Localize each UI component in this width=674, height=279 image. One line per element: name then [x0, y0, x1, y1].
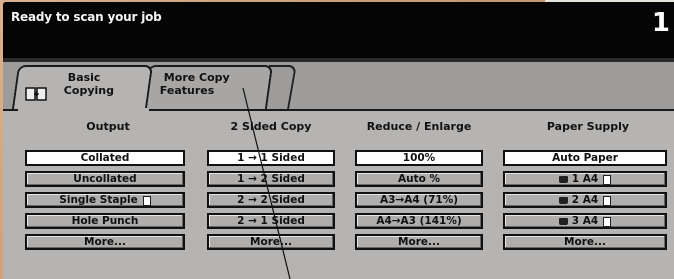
document-icon	[603, 217, 612, 227]
document-icon	[142, 196, 151, 206]
button-label: Auto %	[397, 173, 440, 185]
document-icon	[603, 196, 612, 206]
output-single-staple-button[interactable]: Single Staple	[25, 192, 185, 208]
button-label: 2 → 1 Sided	[237, 215, 305, 227]
reduce-a3-a4-button[interactable]: A3→A4 (71%)	[355, 192, 483, 208]
button-label: Single Staple	[59, 194, 138, 206]
tab-basic-label-line2: Copying	[63, 84, 114, 97]
output-hole-punch-button[interactable]: Hole Punch	[25, 213, 185, 229]
tab-more-label-line2: Features	[159, 84, 215, 97]
output-uncollated-button[interactable]: Uncollated	[25, 171, 185, 187]
status-bar: Ready to scan your job 1	[3, 2, 674, 58]
sided-1-1-button[interactable]: 1 → 1 Sided	[207, 150, 335, 166]
button-label: Uncollated	[73, 173, 137, 185]
two-sided-copy-header: 2 Sided Copy	[230, 120, 312, 133]
reduce-more-button[interactable]: More...	[355, 234, 483, 250]
button-label: A3→A4 (71%)	[379, 194, 459, 206]
copier-touchscreen: Ready to scan your job 1 More Copy Featu…	[3, 2, 674, 279]
active-tab-join	[18, 108, 149, 112]
sided-more-button[interactable]: More...	[207, 234, 335, 250]
button-label: 100%	[402, 152, 436, 164]
copy-panel: More Copy Features Basic Copying Output …	[3, 62, 674, 279]
tab-more-label-line1: More Copy	[163, 71, 230, 84]
button-label: Auto Paper	[552, 152, 618, 164]
output-header: Output	[86, 120, 130, 133]
tray-icon	[558, 175, 568, 183]
reduce-100-button[interactable]: 100%	[355, 150, 483, 166]
paper-tray-1-button[interactable]: 1 A4	[503, 171, 667, 187]
copy-quantity: 1	[651, 8, 670, 38]
copy-icon	[25, 87, 47, 101]
sided-2-2-button[interactable]: 2 → 2 Sided	[207, 192, 335, 208]
basic-copying-content: Output 2 Sided Copy Reduce / Enlarge Pap…	[3, 111, 674, 279]
button-label: More...	[398, 236, 440, 248]
button-label: 1 A4	[571, 173, 599, 185]
tab-more-copy-features[interactable]: More Copy Features	[141, 65, 274, 109]
button-label: More...	[564, 236, 606, 248]
tray-icon	[558, 196, 568, 204]
reduce-enlarge-header: Reduce / Enlarge	[366, 120, 472, 133]
document-icon	[603, 175, 612, 185]
button-label: 3 A4	[571, 215, 599, 227]
tab-basic-label-line1: Basic	[67, 71, 101, 84]
sided-1-2-button[interactable]: 1 → 2 Sided	[207, 171, 335, 187]
paper-auto-button[interactable]: Auto Paper	[503, 150, 667, 166]
button-label: More...	[84, 236, 126, 248]
reduce-auto-button[interactable]: Auto %	[355, 171, 483, 187]
button-label: A4→A3 (141%)	[376, 215, 462, 227]
enlarge-a4-a3-button[interactable]: A4→A3 (141%)	[355, 213, 483, 229]
sided-2-1-button[interactable]: 2 → 1 Sided	[207, 213, 335, 229]
button-label: Collated	[80, 152, 130, 164]
button-label: More...	[250, 236, 292, 248]
button-label: 1 → 1 Sided	[237, 152, 305, 164]
output-more-button[interactable]: More...	[25, 234, 185, 250]
output-collated-button[interactable]: Collated	[25, 150, 185, 166]
button-label: 1 → 2 Sided	[237, 173, 305, 185]
tray-icon	[558, 217, 568, 225]
paper-supply-header: Paper Supply	[546, 120, 630, 133]
button-label: 2 → 2 Sided	[237, 194, 305, 206]
paper-tray-2-button[interactable]: 2 A4	[503, 192, 667, 208]
button-label: 2 A4	[571, 194, 599, 206]
status-message: Ready to scan your job	[11, 10, 162, 24]
paper-more-button[interactable]: More...	[503, 234, 667, 250]
button-label: Hole Punch	[71, 215, 139, 227]
paper-tray-3-button[interactable]: 3 A4	[503, 213, 667, 229]
